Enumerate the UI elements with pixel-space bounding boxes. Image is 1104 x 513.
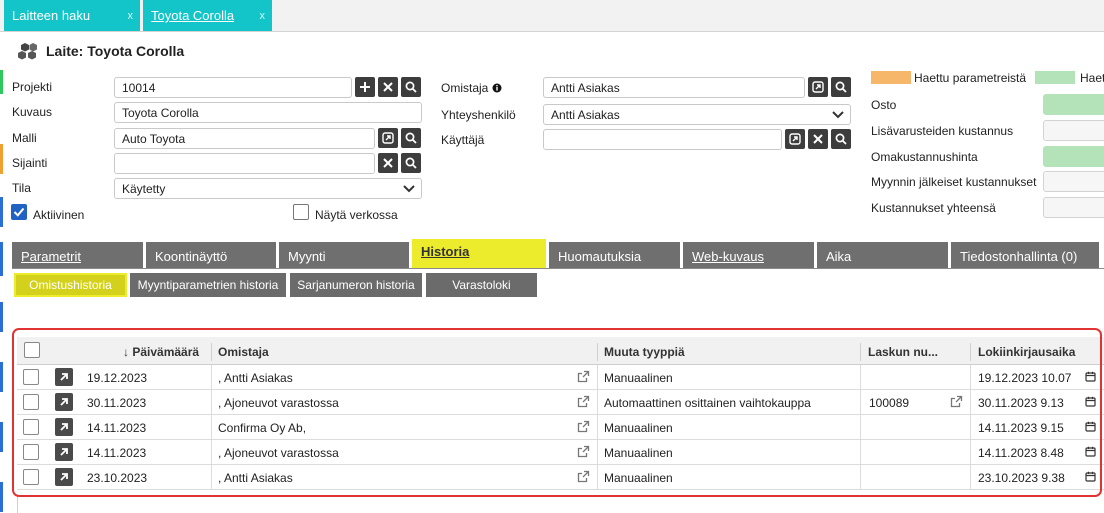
- tab-laitteen-haku[interactable]: Laitteen haku x: [4, 0, 140, 31]
- nayta-verkossa-checkbox[interactable]: [293, 204, 309, 220]
- tab-label: Koontinäyttö: [155, 249, 228, 264]
- tab-label: Aika: [826, 249, 852, 264]
- malli-field[interactable]: Auto Toyota: [114, 128, 375, 149]
- cost-field-omakustannus[interactable]: [1043, 146, 1104, 167]
- tab-tiedostonhallinta[interactable]: Tiedostonhallinta (0): [951, 242, 1099, 269]
- tab-close-icon[interactable]: x: [128, 10, 134, 22]
- open-link-icon[interactable]: [808, 77, 828, 97]
- tab-label: Historia: [421, 244, 470, 259]
- yhteyshenkilo-select[interactable]: Antti Asiakas: [543, 104, 851, 125]
- sijainti-label: Sijainti: [12, 156, 48, 170]
- aktiivinen-checkbox[interactable]: [11, 204, 27, 220]
- left-accent-bar: [0, 32, 3, 513]
- search-icon[interactable]: [401, 153, 421, 173]
- tab-label: Laitteen haku: [12, 8, 91, 23]
- top-tab-bar: Laitteen haku x Toyota Corolla x: [0, 0, 1104, 32]
- subtab-myyntiparametrien-historia[interactable]: Myyntiparametrien historia: [130, 273, 286, 297]
- tab-close-icon[interactable]: x: [260, 10, 266, 22]
- kayttaja-field[interactable]: [543, 129, 782, 150]
- page-header: Laite: Toyota Corolla: [18, 41, 184, 61]
- tab-label: Parametrit: [21, 249, 81, 264]
- legend-orange-swatch: [871, 71, 911, 84]
- cost-label-omakustannus: Omakustannushinta: [871, 150, 978, 164]
- search-icon[interactable]: [401, 128, 421, 148]
- add-icon[interactable]: [355, 77, 375, 97]
- tab-label: Web-kuvaus: [692, 249, 765, 264]
- legend-green-swatch: [1035, 71, 1075, 84]
- legend-green-label: Haettu: [1080, 71, 1104, 85]
- tila-label: Tila: [12, 181, 31, 195]
- search-icon[interactable]: [831, 129, 851, 149]
- tab-label: Toyota Corolla: [151, 8, 235, 23]
- nayta-verkossa-label: Näytä verkossa: [315, 208, 398, 222]
- yhteyshenkilo-value: Antti Asiakas: [551, 108, 620, 122]
- cost-label-lisavarusteet: Lisävarusteiden kustannus: [871, 124, 1014, 138]
- tab-koontinaytto[interactable]: Koontinäyttö: [146, 242, 276, 269]
- cubes-icon: [18, 43, 37, 60]
- tab-myynti[interactable]: Myynti: [279, 242, 409, 269]
- search-icon[interactable]: [831, 77, 851, 97]
- malli-label: Malli: [12, 131, 37, 145]
- tab-web-kuvaus[interactable]: Web-kuvaus: [683, 242, 814, 269]
- aktiivinen-label: Aktiivinen: [33, 208, 85, 222]
- cost-label-osto: Osto: [871, 98, 897, 112]
- subtab-omistushistoria[interactable]: Omistushistoria: [14, 273, 127, 297]
- clear-icon[interactable]: [378, 153, 398, 173]
- kayttaja-label: Käyttäjä: [441, 133, 485, 147]
- cost-field-osto[interactable]: [1043, 94, 1104, 115]
- info-icon: [492, 83, 502, 93]
- grid-highlight-frame: [12, 328, 1102, 497]
- search-icon[interactable]: [401, 77, 421, 97]
- tab-huomautuksia[interactable]: Huomautuksia: [549, 242, 680, 269]
- tab-toyota-corolla[interactable]: Toyota Corolla x: [143, 0, 272, 31]
- projekti-field[interactable]: 10014: [114, 77, 352, 98]
- tab-label: Tiedostonhallinta (0): [960, 249, 1078, 264]
- cost-field-lisavarusteet[interactable]: [1043, 120, 1104, 141]
- tab-label: Myynti: [288, 249, 326, 264]
- omistaja-field[interactable]: Antti Asiakas: [543, 77, 805, 98]
- chevron-down-icon: [832, 111, 844, 119]
- legend-orange-label: Haettu parametreistä: [914, 71, 1027, 85]
- page-title: Laite: Toyota Corolla: [46, 43, 185, 59]
- kuvaus-field[interactable]: Toyota Corolla: [114, 102, 422, 123]
- kuvaus-label: Kuvaus: [12, 105, 53, 119]
- projekti-label: Projekti: [12, 80, 53, 94]
- grid-bottom-edge: [17, 497, 18, 513]
- open-link-icon[interactable]: [785, 129, 805, 149]
- subtab-sarjanumeron-historia[interactable]: Sarjanumeron historia: [290, 273, 422, 297]
- tab-divider: [12, 268, 1104, 269]
- tab-aika[interactable]: Aika: [817, 242, 948, 269]
- cost-label-yhteensa: Kustannukset yhteensä: [871, 201, 996, 215]
- open-link-icon[interactable]: [378, 128, 398, 148]
- tab-label: Huomautuksia: [558, 249, 642, 264]
- tila-value: Käytetty: [122, 182, 166, 196]
- chevron-down-icon: [403, 185, 415, 193]
- cost-field-yhteensa[interactable]: [1043, 197, 1104, 218]
- cost-label-jalkeiset: Myynnin jälkeiset kustannukset: [871, 175, 1037, 189]
- yhteyshenkilo-label: Yhteyshenkilö: [441, 108, 516, 122]
- clear-icon[interactable]: [808, 129, 828, 149]
- subtab-varastoloki[interactable]: Varastoloki: [426, 273, 537, 297]
- tila-select[interactable]: Käytetty: [114, 178, 422, 199]
- checkmark-icon: [13, 207, 25, 217]
- clear-icon[interactable]: [378, 77, 398, 97]
- tab-historia[interactable]: Historia: [412, 239, 546, 269]
- tab-parametrit[interactable]: Parametrit: [12, 242, 143, 269]
- omistaja-label: Omistaja: [441, 81, 502, 95]
- sijainti-field[interactable]: [114, 153, 375, 174]
- cost-field-jalkeiset[interactable]: [1043, 171, 1104, 192]
